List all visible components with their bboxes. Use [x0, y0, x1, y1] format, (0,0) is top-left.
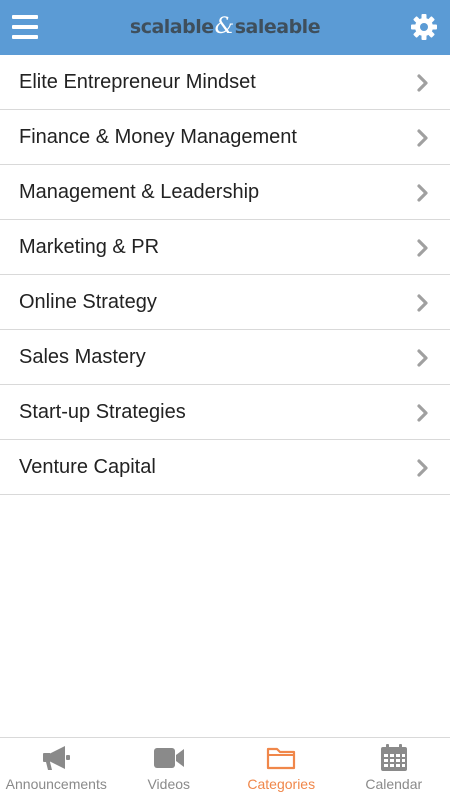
- category-item-start-up-strategies[interactable]: Start-up Strategies: [0, 385, 450, 440]
- tab-label: Calendar: [365, 776, 423, 792]
- category-item-sales-mastery[interactable]: Sales Mastery: [0, 330, 450, 385]
- category-label: Elite Entrepreneur Mindset: [19, 71, 256, 93]
- gear-icon[interactable]: [410, 13, 438, 41]
- chevron-right-icon: [417, 404, 428, 422]
- chevron-right-icon: [417, 74, 428, 92]
- category-label: Online Strategy: [19, 291, 157, 313]
- category-item-management-leadership[interactable]: Management & Leadership: [0, 165, 450, 220]
- chevron-right-icon: [417, 239, 428, 257]
- chevron-right-icon: [417, 184, 428, 202]
- chevron-right-icon: [417, 129, 428, 147]
- category-label: Management & Leadership: [19, 181, 260, 203]
- folder-icon: [267, 747, 296, 770]
- category-item-venture-capital[interactable]: Venture Capital: [0, 440, 450, 495]
- tab-categories[interactable]: Categories: [225, 738, 338, 800]
- logo-left-text: scalable: [129, 16, 214, 38]
- category-item-online-strategy[interactable]: Online Strategy: [0, 275, 450, 330]
- app-header: scalable&saleable: [0, 0, 450, 55]
- tab-videos[interactable]: Videos: [113, 738, 226, 800]
- category-label: Start-up Strategies: [19, 401, 186, 423]
- bottom-tab-bar: Announcements Videos Categories Calendar: [0, 737, 450, 800]
- app-logo: scalable&saleable: [0, 14, 450, 40]
- tab-announcements[interactable]: Announcements: [0, 738, 113, 800]
- tab-label: Categories: [247, 776, 316, 792]
- tab-label: Announcements: [5, 776, 107, 792]
- chevron-right-icon: [417, 349, 428, 367]
- chevron-right-icon: [417, 459, 428, 477]
- tab-label: Videos: [147, 776, 191, 792]
- category-item-marketing-pr[interactable]: Marketing & PR: [0, 220, 450, 275]
- calendar-icon: [380, 744, 407, 771]
- category-label: Marketing & PR: [19, 236, 160, 258]
- category-list: Elite Entrepreneur Mindset Finance & Mon…: [0, 55, 450, 495]
- tab-calendar[interactable]: Calendar: [338, 738, 450, 800]
- category-item-finance-money-management[interactable]: Finance & Money Management: [0, 110, 450, 165]
- chevron-right-icon: [417, 294, 428, 312]
- video-camera-icon: [153, 748, 184, 768]
- category-label: Sales Mastery: [19, 346, 146, 368]
- logo-ampersand: &: [214, 14, 235, 39]
- category-label: Finance & Money Management: [19, 126, 297, 148]
- logo-right-text: saleable: [234, 16, 321, 38]
- category-item-elite-entrepreneur-mindset[interactable]: Elite Entrepreneur Mindset: [0, 55, 450, 110]
- megaphone-icon: [43, 746, 71, 770]
- category-label: Venture Capital: [19, 456, 156, 478]
